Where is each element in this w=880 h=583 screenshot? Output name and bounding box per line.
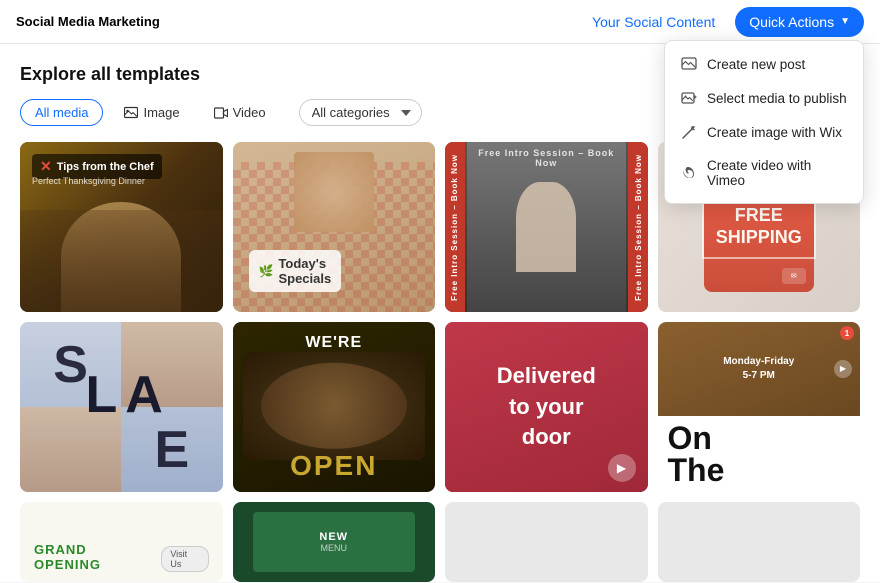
notification-badge: 1: [840, 326, 854, 340]
image-filter-icon: [124, 106, 138, 120]
templates-grid-row2: S E L A WE'RE OPEN Deliveredto yourdoor …: [20, 322, 860, 492]
select-media-item[interactable]: Select media to publish: [665, 81, 863, 115]
quick-actions-dropdown: Create new post Select media to publish …: [664, 40, 864, 204]
template-card-grand-opening[interactable]: GRAND OPENING Visit Us: [20, 502, 223, 582]
card-1-subtitle: Perfect Thanksgiving Dinner: [32, 176, 145, 186]
new-menu-text: NEW: [319, 531, 348, 543]
header-actions: Your Social Content Quick Actions ▼: [580, 7, 864, 37]
create-video-vimeo-label: Create video with Vimeo: [707, 158, 847, 188]
on-the-text: OnThe: [668, 422, 725, 486]
create-image-wix-label: Create image with Wix: [707, 125, 842, 140]
new-menu-sub: MENU: [321, 543, 348, 553]
video-filter-icon: [214, 106, 228, 120]
template-card-on-the[interactable]: Monday-Friday5-7 PM ▶ 1 OnThe: [658, 322, 861, 492]
template-card-empty-3[interactable]: [445, 502, 648, 582]
image-filter[interactable]: Image: [111, 99, 192, 126]
video-filter[interactable]: Video: [201, 99, 279, 126]
template-card-empty-4[interactable]: [658, 502, 861, 582]
monday-friday-label: Monday-Friday5-7 PM: [723, 355, 794, 383]
card-3-right-text: Free Intro Session – Book Now: [628, 142, 648, 312]
chevron-down-icon: ▼: [840, 16, 850, 27]
leaf-icon: 🌿: [259, 264, 274, 278]
template-card-delivered[interactable]: Deliveredto yourdoor ▶: [445, 322, 648, 492]
were-open-open: OPEN: [233, 450, 436, 482]
template-card-were-open[interactable]: WE'RE OPEN: [233, 322, 436, 492]
category-select[interactable]: All categories: [299, 99, 422, 126]
play-icon: ▶: [608, 454, 636, 482]
video-play-icon: ▶: [834, 360, 852, 378]
templates-grid-row3: GRAND OPENING Visit Us NEW MENU: [20, 502, 860, 582]
wand-icon: [681, 124, 697, 140]
create-new-post-label: Create new post: [707, 57, 805, 72]
template-card-sale[interactable]: S E L A: [20, 322, 223, 492]
were-open-title: WE'RE: [233, 334, 436, 352]
photo-icon: [681, 90, 697, 106]
template-card-free-intro[interactable]: Free Intro Session – Book Now Free Intro…: [445, 142, 648, 312]
create-image-wix-item[interactable]: Create image with Wix: [665, 115, 863, 149]
select-media-label: Select media to publish: [707, 91, 847, 106]
card-3-left-text: Free Intro Session – Book Now: [445, 142, 465, 312]
image-icon: [681, 56, 697, 72]
create-video-vimeo-item[interactable]: Create video with Vimeo: [665, 149, 863, 197]
header: Social Media Marketing Your Social Conte…: [0, 0, 880, 44]
delivered-door-text: Deliveredto yourdoor: [497, 361, 596, 453]
app-logo: Social Media Marketing: [16, 14, 160, 29]
template-card-new-menu[interactable]: NEW MENU: [233, 502, 436, 582]
template-card-tips-chef[interactable]: ✕ Tips from the Chef Perfect Thanksgivin…: [20, 142, 223, 312]
template-card-todays-specials[interactable]: 🌿 Today'sSpecials: [233, 142, 436, 312]
your-social-content-button[interactable]: Your Social Content: [580, 8, 727, 36]
card-2-badge: 🌿 Today'sSpecials: [249, 250, 342, 292]
vimeo-icon: [681, 165, 697, 181]
todays-specials-label: Today'sSpecials: [278, 256, 331, 286]
quick-actions-button[interactable]: Quick Actions ▼: [735, 7, 864, 37]
create-new-post-item[interactable]: Create new post: [665, 47, 863, 81]
all-media-filter[interactable]: All media: [20, 99, 103, 126]
grand-opening-text: GRAND OPENING: [34, 542, 153, 572]
visit-us-button[interactable]: Visit Us: [161, 546, 208, 572]
